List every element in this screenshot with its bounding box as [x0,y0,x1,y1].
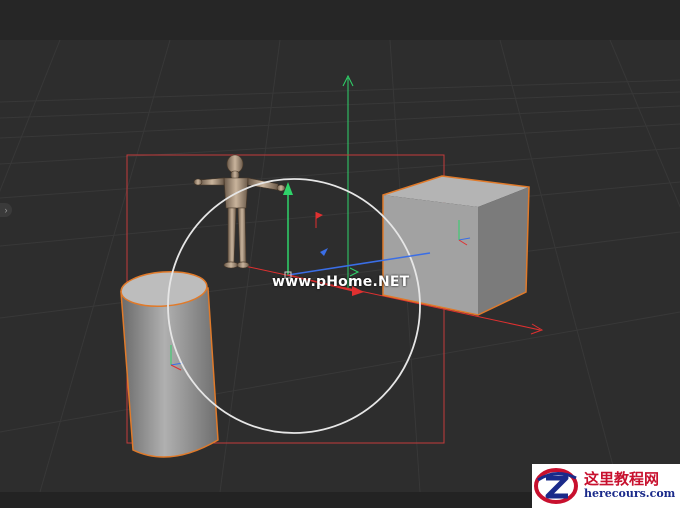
site-logo: 这里教程网 herecours.com [532,464,680,508]
top-toolbar [0,0,680,40]
logo-url-text: herecours.com [584,487,676,501]
logo-z-icon [534,468,578,504]
3d-viewport[interactable]: › www.pHome.NET [0,40,680,492]
logo-chinese-text: 这里教程网 [584,470,660,489]
mannequin-figure [193,154,286,269]
watermark-text: www.pHome.NET [272,274,410,290]
viewport-canvas[interactable] [0,40,680,492]
